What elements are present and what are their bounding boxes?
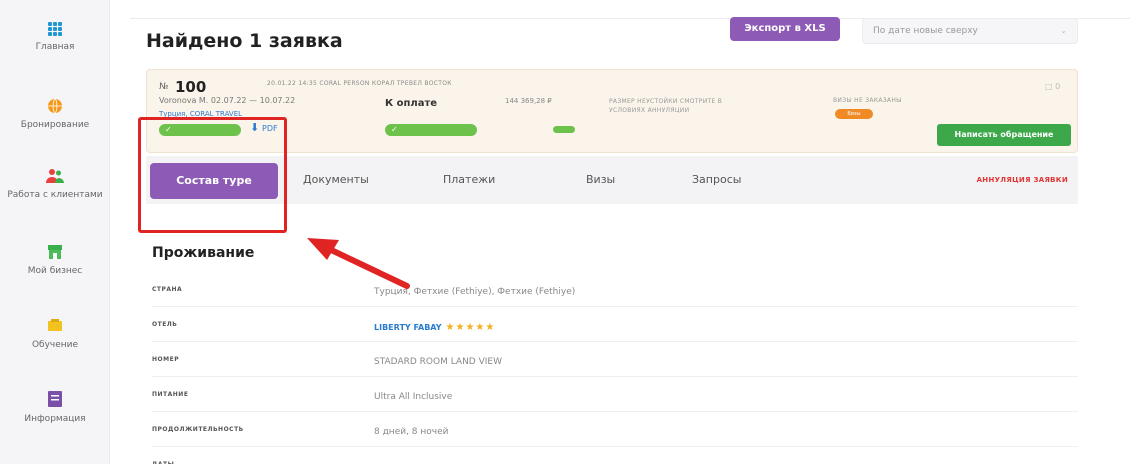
sidebar-item-business[interactable]: Мой бизнес [0, 244, 110, 277]
payment-sum: 144 369,28 ₽ [505, 97, 552, 105]
education-icon [48, 319, 62, 331]
row-value: Ultra All Inclusive [374, 392, 453, 402]
main-content: Найдено 1 заявка Экспорт в XLS По дате н… [130, 0, 1130, 464]
tab-requests[interactable]: Запросы [692, 156, 741, 204]
visa-badge[interactable]: Визы [835, 109, 873, 119]
info-row-meals: ПИТАНИЕ Ultra All Inclusive [152, 377, 1078, 412]
info-icon [48, 391, 62, 407]
order-person-dates: Voronova M. 02.07.22 — 10.07.22 [159, 96, 296, 105]
hotel-name: LIBERTY FABAY [374, 323, 442, 332]
row-key: ПИТАНИЕ [152, 391, 189, 398]
info-row-hotel: ОТЕЛЬ LIBERTY FABAY ★★★★★ [152, 307, 1078, 342]
payment-label: К оплате [385, 98, 438, 109]
order-number-label: № [159, 82, 169, 92]
row-value: STADARD ROOM LAND VIEW [374, 357, 502, 367]
tab-payments[interactable]: Платежи [443, 156, 495, 204]
tab-visas[interactable]: Визы [586, 156, 615, 204]
sidebar-item-main[interactable]: Главная [0, 22, 110, 53]
globe-icon [48, 98, 62, 114]
grid-icon [48, 22, 62, 36]
sidebar-item-clients[interactable]: Работа с клиентами [0, 168, 110, 201]
sort-select[interactable]: По дате новые сверху ⌄ [862, 18, 1078, 44]
row-key: СТРАНА [152, 286, 183, 293]
order-number: 100 [175, 78, 207, 96]
visa-status-label: ВИЗЫ НЕ ЗАКАЗАНЫ [833, 97, 902, 104]
check-icon: ✓ [391, 125, 398, 134]
section-title: Проживание [152, 245, 255, 261]
write-request-button[interactable]: Написать обращение [937, 124, 1071, 146]
info-row-room: НОМЕР STADARD ROOM LAND VIEW [152, 342, 1078, 377]
sidebar-item-label: Главная [35, 42, 75, 52]
chevron-down-icon: ⌄ [1060, 26, 1067, 35]
page-title: Найдено 1 заявка [146, 30, 343, 52]
tab-documents[interactable]: Документы [303, 156, 369, 204]
order-meta: 20.01.22 14:35 CORAL PERSON КОРАЛ ТРЕВЕЛ… [267, 80, 452, 87]
sidebar-item-booking[interactable]: Бронирование [0, 98, 110, 131]
sidebar-item-label: Мой бизнес [27, 266, 83, 276]
row-value: 8 дней, 8 ночей [374, 427, 449, 437]
sort-select-value: По дате новые сверху [873, 26, 978, 36]
info-row-country: СТРАНА Турция, Фетхие (Fethiye), Фетхие … [152, 272, 1078, 307]
sidebar: Главная Бронирование Работа с клиентами [0, 0, 110, 464]
export-xls-button[interactable]: Экспорт в XLS [730, 17, 840, 41]
star-rating: ★★★★★ [445, 322, 496, 333]
payment-progress-indicator [553, 126, 575, 133]
sidebar-item-label: Обучение [31, 340, 79, 350]
penalty-note: РАЗМЕР НЕУСТОЙКИ СМОТРИТЕ В УСЛОВИЯХ АНН… [609, 98, 723, 114]
users-icon [46, 169, 64, 183]
page: Главная Бронирование Работа с клиентами [0, 0, 1145, 464]
red-arrow-icon [307, 238, 410, 289]
info-row-duration: ПРОДОЛЖИТЕЛЬНОСТЬ 8 дней, 8 ночей [152, 412, 1078, 447]
info-row-dates: ДАТЫ [152, 447, 1078, 464]
payment-status-bar: ✓ [385, 124, 477, 136]
store-icon [48, 245, 62, 259]
sidebar-item-info[interactable]: Информация [0, 390, 110, 425]
sidebar-item-label: Информация [24, 414, 86, 424]
sidebar-item-label: Бронирование [20, 120, 90, 130]
row-key: ОТЕЛЬ [152, 321, 178, 328]
sidebar-item-education[interactable]: Обучение [0, 318, 110, 351]
hotel-link[interactable]: LIBERTY FABAY ★★★★★ [374, 322, 495, 333]
highlight-box [138, 117, 287, 233]
row-key: НОМЕР [152, 356, 180, 363]
comments-counter[interactable]: □ 0 [1045, 82, 1060, 91]
sidebar-item-label: Работа с клиентами [7, 190, 103, 200]
annul-order-link[interactable]: АННУЛЯЦИЯ ЗАЯВКИ [977, 156, 1068, 204]
row-key: ПРОДОЛЖИТЕЛЬНОСТЬ [152, 426, 244, 433]
